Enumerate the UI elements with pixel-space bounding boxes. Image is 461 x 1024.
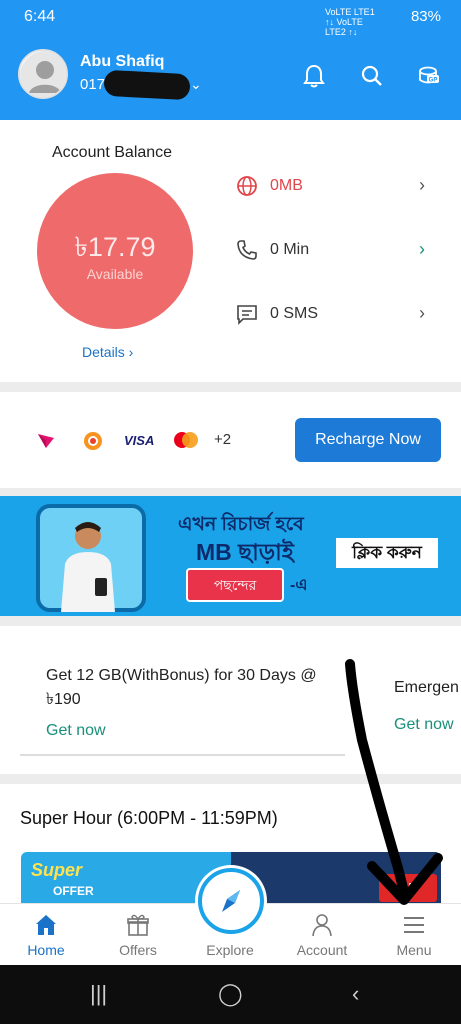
status-bar: 6:44 VoLTE LTE1 ↑↓ VoLTE LTE2 ↑↓ 83%	[0, 0, 461, 37]
get-now-link[interactable]: Get now	[394, 716, 461, 734]
offer-card[interactable]: Get 12 GB(WithBonus) for 30 Days @ ৳190 …	[46, 664, 346, 740]
search-icon[interactable]	[358, 62, 386, 90]
banner-cta[interactable]: ক্লিক করুন	[336, 538, 438, 568]
details-link[interactable]: Details ›	[82, 344, 133, 360]
status-time: 6:44	[24, 8, 56, 25]
nav-label: Offers	[119, 942, 157, 958]
user-name[interactable]: Abu Shafiq	[80, 53, 164, 71]
pack-row-sms[interactable]: 0 SMS ›	[235, 300, 435, 330]
balance-title: Account Balance	[52, 144, 173, 161]
mastercard-icon[interactable]	[172, 430, 200, 450]
balance-card: Account Balance ৳17.79 Available Details…	[0, 120, 461, 382]
system-nav-bar: ||| ◯ ‹	[0, 965, 461, 1024]
balance-circle[interactable]: ৳17.79 Available	[37, 173, 193, 329]
person-icon	[312, 914, 332, 937]
menu-icon	[404, 917, 424, 933]
offer-title: Get 12 GB(WithBonus) for 30 Days @ ৳190	[46, 667, 317, 708]
gift-icon	[127, 914, 149, 936]
home-icon	[36, 915, 56, 935]
pack-row-data[interactable]: 0MB ›	[235, 172, 435, 202]
pack-sms-label: 0 SMS	[270, 305, 319, 322]
nav-menu[interactable]: Menu	[368, 904, 460, 966]
explore-button[interactable]	[198, 868, 264, 934]
home-circle-icon[interactable]: ◯	[218, 981, 243, 1007]
chevron-right-icon: ›	[419, 175, 425, 195]
more-methods[interactable]: +2	[214, 431, 231, 448]
compass-icon	[222, 890, 240, 912]
gp-icon[interactable]: GP	[414, 62, 442, 90]
recents-icon[interactable]: |||	[90, 981, 107, 1007]
chevron-down-icon[interactable]: ⌄	[190, 76, 202, 93]
back-icon[interactable]: ‹	[352, 981, 359, 1007]
redaction-scribble	[103, 69, 191, 101]
offers-carousel: Get 12 GB(WithBonus) for 30 Days @ ৳190 …	[0, 626, 461, 774]
nav-label: Menu	[396, 942, 432, 958]
nav-offers[interactable]: Offers	[92, 904, 184, 966]
bell-icon[interactable]	[300, 62, 328, 90]
nav-home[interactable]: Home	[0, 904, 92, 966]
nav-label: Account	[296, 942, 348, 958]
balance-status: Available	[86, 266, 144, 282]
nav-account[interactable]: Account	[276, 904, 368, 966]
signal-indicator: VoLTE LTE1 ↑↓ VoLTE LTE2 ↑↓	[325, 7, 375, 37]
recharge-now-button[interactable]: Recharge Now	[295, 418, 441, 462]
get-now-link[interactable]: Get now	[46, 722, 346, 740]
avatar[interactable]	[18, 49, 68, 99]
super-badge: Super	[31, 860, 83, 880]
banner-tag: পছন্দের	[186, 568, 284, 602]
phone-icon	[237, 240, 257, 260]
banner-person-image	[61, 522, 115, 612]
nagad-icon[interactable]	[82, 430, 104, 452]
banner-tag-suffix: -এ	[290, 577, 308, 594]
promo-banner[interactable]: এখন রিচার্জ হবে MB ছাড়াই পছন্দের -এ ক্ল…	[0, 496, 461, 616]
battery-level: 83%	[410, 8, 441, 25]
offer-card[interactable]: Emergen Get now	[394, 676, 461, 734]
payment-card: VISA +2 Recharge Now	[0, 392, 461, 488]
visa-icon[interactable]: VISA	[124, 433, 154, 448]
nav-label: Home	[27, 942, 65, 958]
details-label: Details	[82, 344, 125, 360]
sms-icon	[237, 305, 257, 325]
pack-minutes-label: 0 Min	[270, 241, 310, 258]
section-title: Super Hour (6:00PM - 11:59PM)	[20, 808, 278, 828]
bkash-icon[interactable]	[36, 430, 56, 450]
globe-icon	[237, 176, 257, 196]
avatar-icon	[20, 51, 66, 97]
offer-pill: GB	[379, 874, 437, 902]
pack-data-label: 0MB	[270, 177, 303, 194]
pack-row-minutes[interactable]: 0 Min ›	[235, 236, 435, 266]
chevron-right-icon: ›	[419, 239, 425, 259]
nav-label: Explore	[206, 942, 254, 958]
offer-title: Emergen	[394, 679, 459, 696]
svg-text:GP: GP	[429, 78, 438, 84]
app-header: 6:44 VoLTE LTE1 ↑↓ VoLTE LTE2 ↑↓ 83% Abu…	[0, 0, 461, 120]
user-number[interactable]: 017	[80, 76, 105, 93]
chevron-right-icon: ›	[419, 303, 425, 323]
divider	[20, 754, 345, 756]
super-offer-label: OFFER	[53, 884, 94, 898]
